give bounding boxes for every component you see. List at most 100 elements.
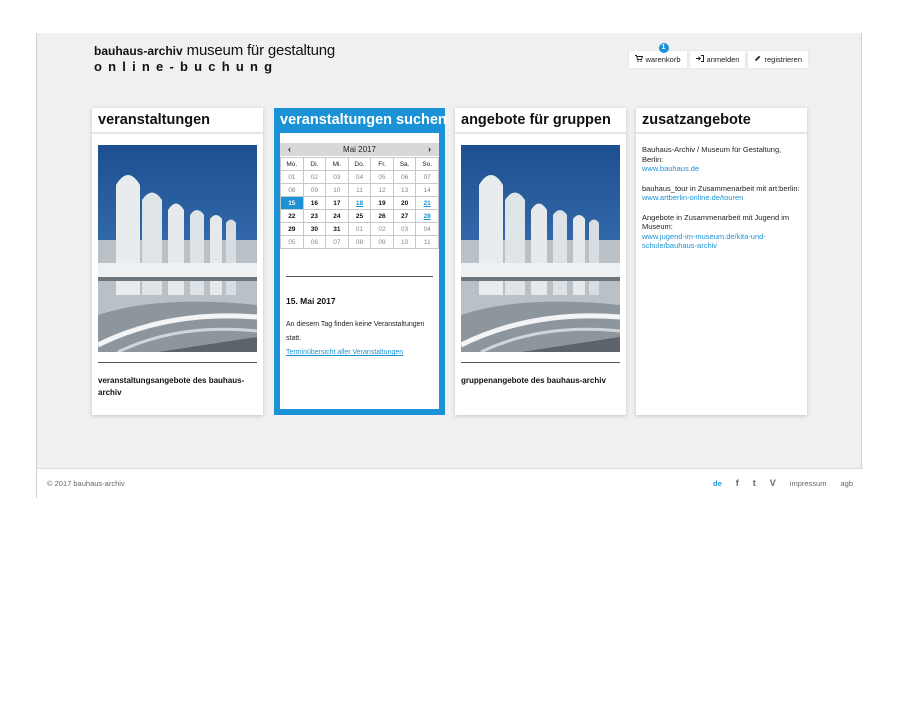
cart-button[interactable]: 1 warenkorb xyxy=(628,43,687,68)
calendar-day-other-month: 11 xyxy=(415,235,439,249)
register-button[interactable]: registrieren xyxy=(748,51,808,68)
calendar-month: Mai 2017 xyxy=(343,145,376,154)
calendar-day[interactable]: 29 xyxy=(280,222,304,236)
calendar-day[interactable]: 24 xyxy=(325,209,349,223)
bauhaus-building-photo xyxy=(461,145,620,352)
divider xyxy=(461,362,620,363)
weekday-label: So. xyxy=(415,157,439,171)
logo-title: bauhaus-archiv museum für gestaltung xyxy=(94,42,335,59)
extras-item-text: Angebote in Zusammenarbeit mit Jugend im… xyxy=(642,212,790,232)
login-label: anmelden xyxy=(706,55,740,64)
calendar-day[interactable]: 23 xyxy=(302,209,327,223)
weekday-row: Mo. Di. Mi. Do. Fr. Sa. So. xyxy=(280,157,439,171)
calendar-day[interactable]: 17 xyxy=(325,196,349,210)
impressum-link[interactable]: impressum xyxy=(790,479,827,488)
calendar-day-past: 04 xyxy=(347,170,372,184)
calendar-day-past: 06 xyxy=(392,170,417,184)
calendar-week: 01 02 03 04 05 06 07 xyxy=(280,170,439,184)
calendar-day-other-month: 04 xyxy=(415,222,439,236)
calendar-day[interactable]: 31 xyxy=(325,222,349,236)
calendar-day-past: 08 xyxy=(280,183,304,197)
calendar-week: 05 06 07 08 09 10 11 xyxy=(280,235,439,249)
calendar-day[interactable]: 16 xyxy=(302,196,327,210)
extras-item-text: bauhaus_tour in Zusammenarbeit mit art:b… xyxy=(642,183,800,193)
card-events-caption[interactable]: veranstaltungsangebote des bauhaus-archi… xyxy=(98,375,258,399)
app-frame: bauhaus-archiv museum für gestaltung onl… xyxy=(36,33,863,499)
login-button[interactable]: anmelden xyxy=(689,51,746,68)
calendar-day-other-month: 07 xyxy=(325,235,349,249)
calendar-day[interactable]: 22 xyxy=(280,209,304,223)
extras-item-link[interactable]: www.jugend-im-museum.de/kita-und-schule/… xyxy=(642,232,766,251)
calendar-day[interactable]: 30 xyxy=(302,222,327,236)
chevron-left-icon[interactable]: ‹ xyxy=(288,143,291,156)
facebook-icon[interactable]: f xyxy=(736,478,739,488)
card-groups[interactable]: angebote für gruppen gruppenangebote des… xyxy=(455,108,626,415)
calendar-header: ‹ Mai 2017 › xyxy=(280,143,439,156)
calendar-day-past: 01 xyxy=(280,170,304,184)
calendar-day-with-events[interactable]: 21 xyxy=(415,196,439,210)
calendar-day-past: 07 xyxy=(415,170,439,184)
divider xyxy=(286,276,433,277)
calendar-panel: ‹ Mai 2017 › Mo. Di. Mi. Do. Fr. Sa. So.… xyxy=(280,133,439,409)
calendar-day-other-month: 02 xyxy=(370,222,394,236)
sign-in-icon xyxy=(695,55,704,64)
calendar-week: 08 09 10 11 12 13 14 xyxy=(280,183,439,197)
cart-label: warenkorb xyxy=(645,55,681,64)
calendar-day-other-month: 09 xyxy=(370,235,394,249)
logo-subtitle: online-buchung xyxy=(94,59,279,74)
calendar-week: 29 30 31 01 02 03 04 xyxy=(280,222,439,236)
copyright: © 2017 bauhaus-archiv xyxy=(47,479,125,488)
register-label: registrieren xyxy=(764,55,802,64)
chevron-right-icon[interactable]: › xyxy=(428,143,431,156)
calendar-grid: Mo. Di. Mi. Do. Fr. Sa. So. 01 02 03 04 … xyxy=(280,157,439,249)
calendar-day-past: 13 xyxy=(392,183,417,197)
weekday-label: Di. xyxy=(302,157,327,171)
card-events-title: veranstaltungen xyxy=(92,108,263,134)
calendar-day[interactable]: 20 xyxy=(392,196,417,210)
card-extras-title: zusatzangebote xyxy=(636,108,807,134)
card-groups-title: angebote für gruppen xyxy=(455,108,626,134)
calendar-day-past: 05 xyxy=(370,170,394,184)
calendar-day-other-month: 10 xyxy=(392,235,417,249)
twitter-icon[interactable]: t xyxy=(753,478,756,488)
vimeo-icon[interactable]: V xyxy=(770,478,776,488)
calendar-day-other-month: 06 xyxy=(302,235,327,249)
language-switch[interactable]: de xyxy=(713,479,722,488)
calendar-day[interactable]: 27 xyxy=(392,209,417,223)
pencil-icon xyxy=(754,55,761,64)
calendar-day[interactable]: 26 xyxy=(370,209,394,223)
calendar-day-with-events[interactable]: 18 xyxy=(347,196,372,210)
weekday-label: Sa. xyxy=(392,157,417,171)
card-groups-caption[interactable]: gruppenangebote des bauhaus-archiv xyxy=(461,375,621,387)
divider xyxy=(98,362,257,363)
extras-item-link[interactable]: www.artberlin-online.de/touren xyxy=(642,193,743,202)
calendar-day-selected[interactable]: 15 xyxy=(280,196,304,210)
calendar-day-other-month: 05 xyxy=(280,235,304,249)
calendar-day-past: 11 xyxy=(347,183,372,197)
card-search: veranstaltungen suchen ‹ Mai 2017 › Mo. … xyxy=(274,108,447,415)
site-logo[interactable]: bauhaus-archiv museum für gestaltung onl… xyxy=(94,42,335,74)
calendar-day-other-month: 08 xyxy=(347,235,372,249)
extras-item: bauhaus_tour in Zusammenarbeit mit art:b… xyxy=(642,184,804,203)
weekday-label: Mo. xyxy=(280,157,304,171)
all-events-link[interactable]: Terminübersicht aller Veranstaltungen xyxy=(286,349,403,356)
calendar-day[interactable]: 19 xyxy=(370,196,394,210)
extras-item: Angebote in Zusammenarbeit mit Jugend im… xyxy=(642,213,804,251)
weekday-label: Do. xyxy=(347,157,372,171)
calendar-day-past: 12 xyxy=(370,183,394,197)
cart-icon xyxy=(634,55,643,64)
extras-item-text: Bauhaus-Archiv / Museum für Gestaltung, … xyxy=(642,145,782,164)
calendar-day-with-events[interactable]: 28 xyxy=(415,209,439,223)
calendar-day[interactable]: 25 xyxy=(347,209,372,223)
card-events[interactable]: veranstaltungen veranstaltungsangebote d… xyxy=(92,108,263,415)
extras-list: Bauhaus-Archiv / Museum für Gestaltung, … xyxy=(642,145,804,261)
calendar-day-other-month: 01 xyxy=(347,222,372,236)
logo-brand: bauhaus-archiv xyxy=(94,44,183,58)
calendar-day-past: 09 xyxy=(302,183,327,197)
agb-link[interactable]: agb xyxy=(840,479,853,488)
extras-item-link[interactable]: www.bauhaus.de xyxy=(642,164,699,173)
top-nav: 1 warenkorb anmelden registrieren xyxy=(628,43,808,68)
calendar-week: 15 16 17 18 19 20 21 xyxy=(280,196,439,210)
calendar-day-other-month: 03 xyxy=(392,222,417,236)
card-search-title: veranstaltungen suchen xyxy=(280,112,447,128)
